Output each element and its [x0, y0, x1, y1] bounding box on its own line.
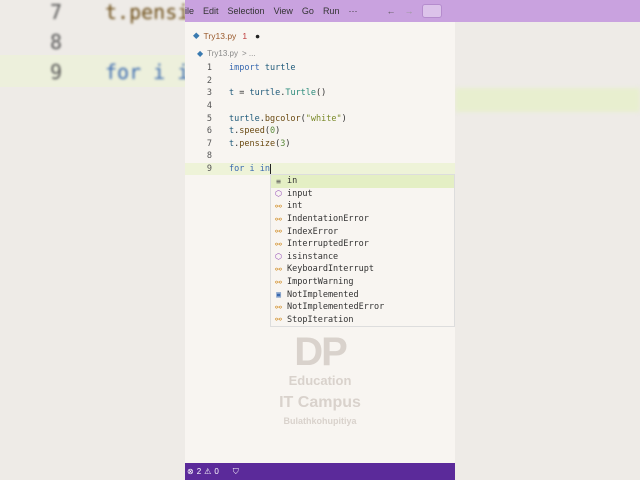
breadcrumb-rest[interactable]: > ...	[242, 49, 256, 58]
suggestion-label: KeyboardInterrupt	[287, 264, 374, 275]
bg-code: for i i	[105, 60, 185, 84]
suggestion-item[interactable]: ⚯ NotImplementedError	[271, 301, 454, 314]
bg-line-number: 8	[50, 30, 63, 54]
suggestion-item[interactable]: ⬡ input	[271, 188, 454, 201]
menu-more[interactable]: ···	[348, 6, 357, 16]
code-line-current: for i in	[229, 164, 270, 175]
problem-count: 1	[242, 30, 248, 41]
unsaved-dot-icon[interactable]: ●	[255, 31, 260, 41]
function-icon: ⬡	[275, 252, 282, 262]
suggestion-label: InterruptedError	[287, 239, 369, 250]
code-line: import turtle	[229, 63, 296, 74]
line-number: 1	[206, 63, 212, 74]
suggestion-item[interactable]: ⚯ IndentationError	[271, 213, 454, 226]
error-icon: ⊗	[187, 467, 194, 476]
back-arrow-icon[interactable]: ←	[386, 6, 395, 16]
bg-line-number: 9	[50, 60, 63, 84]
class-icon: ⚯	[275, 302, 282, 312]
menu-file[interactable]: ile	[185, 6, 194, 16]
code-area[interactable]: 1 import turtle 2 3t = turtle.Turtle() 4 …	[185, 62, 455, 176]
suggestion-label: input	[287, 188, 313, 199]
suggestion-label: ImportWarning	[287, 277, 354, 288]
suggestion-item[interactable]: ⚯ KeyboardInterrupt	[271, 263, 454, 276]
code-line: t.pensize(3)	[229, 138, 291, 149]
code-line: turtle.bgcolor("white")	[229, 113, 347, 124]
class-icon: ⚯	[275, 315, 282, 325]
line-number: 3	[206, 88, 212, 99]
line-number: 4	[206, 101, 212, 112]
watermark-text: Bulathkohupitiya	[283, 416, 357, 426]
constant-icon: ▣	[276, 290, 281, 300]
breadcrumb: ◆ Try13.py > ...	[197, 49, 256, 58]
suggestion-item[interactable]: ≡ in	[271, 175, 454, 188]
python-icon: ◆	[193, 30, 200, 40]
editor: ◆ Try13.py 1 ● ◆ Try13.py > ... 1 import …	[185, 22, 455, 463]
class-icon: ⚯	[275, 227, 282, 237]
suggestion-item[interactable]: ⚯ StopIteration	[271, 314, 454, 327]
suggestion-label: NotImplemented	[287, 289, 359, 300]
warning-count: 0	[214, 467, 219, 476]
line-number: 8	[206, 151, 212, 162]
class-icon: ⚯	[275, 264, 282, 274]
line-number: 2	[206, 75, 212, 86]
error-count: 2	[196, 467, 202, 476]
watermark-text: Education	[288, 373, 352, 388]
suggestion-label: IndentationError	[287, 214, 369, 225]
status-bar: ⊗ 2 ⚠ 0 ⛉	[185, 463, 455, 480]
menu-go[interactable]: Go	[302, 6, 314, 16]
forward-arrow-icon[interactable]: →	[404, 6, 413, 16]
problems-indicator[interactable]: ⊗ 2 ⚠ 0	[187, 467, 219, 476]
suggestion-label: int	[287, 201, 303, 212]
tab-label: Try13.py	[203, 30, 237, 41]
code-line: t.speed(0)	[229, 126, 281, 137]
python-icon: ◆	[197, 49, 204, 58]
class-icon: ⚯	[275, 277, 282, 287]
suggestion-label: IndexError	[287, 226, 339, 237]
bg-line-number: 7	[50, 0, 63, 24]
suggestion-item[interactable]: ▣ NotImplemented	[271, 288, 454, 301]
warning-icon: ⚠	[204, 467, 212, 476]
menu-selection[interactable]: Selection	[228, 6, 265, 16]
suggestion-item[interactable]: ⚯ InterruptedError	[271, 238, 454, 251]
menu-edit[interactable]: Edit	[203, 6, 219, 16]
function-icon: ⬡	[275, 189, 282, 199]
suggestion-item[interactable]: ⚯ ImportWarning	[271, 276, 454, 289]
blurred-background-right	[455, 0, 640, 480]
breadcrumb-file[interactable]: Try13.py	[207, 49, 238, 58]
menu-view[interactable]: View	[274, 6, 293, 16]
suggestion-label: NotImplementedError	[287, 302, 385, 313]
suggestion-label: StopIteration	[287, 314, 354, 325]
line-number: 7	[206, 138, 212, 149]
suggestion-label: isinstance	[287, 251, 339, 262]
ports-icon[interactable]: ⛉	[233, 467, 239, 477]
tab-try13[interactable]: ◆ Try13.py 1 ●	[193, 30, 260, 41]
text-cursor	[269, 164, 271, 175]
title-bar: ile Edit Selection View Go Run ··· ← →	[185, 0, 455, 22]
watermark-logo: DP	[294, 330, 348, 374]
line-number: 5	[206, 113, 212, 124]
class-icon: ⚯	[275, 201, 282, 211]
menu-run[interactable]: Run	[323, 6, 340, 16]
keyword-icon: ≡	[276, 176, 281, 186]
suggestion-item[interactable]: ⚯ int	[271, 200, 454, 213]
suggestion-item[interactable]: ⚯ IndexError	[271, 225, 454, 238]
code-line: t = turtle.Turtle()	[229, 88, 327, 99]
suggestion-item[interactable]: ⬡ isinstance	[271, 251, 454, 264]
bg-code: t.pensi	[105, 0, 185, 24]
class-icon: ⚯	[275, 239, 282, 249]
suggestion-label: in	[287, 176, 298, 187]
blurred-background-left: 7 t.pensi 8 9 for i i	[0, 0, 185, 480]
line-number: 6	[206, 126, 212, 137]
line-number: 9	[206, 164, 212, 175]
watermark-text: IT Campus	[279, 394, 361, 411]
class-icon: ⚯	[275, 214, 282, 224]
autocomplete-list[interactable]: ≡ in ⬡ input ⚯ int ⚯ IndentationError ⚯ Index…	[270, 174, 455, 328]
search-box[interactable]	[422, 4, 443, 18]
